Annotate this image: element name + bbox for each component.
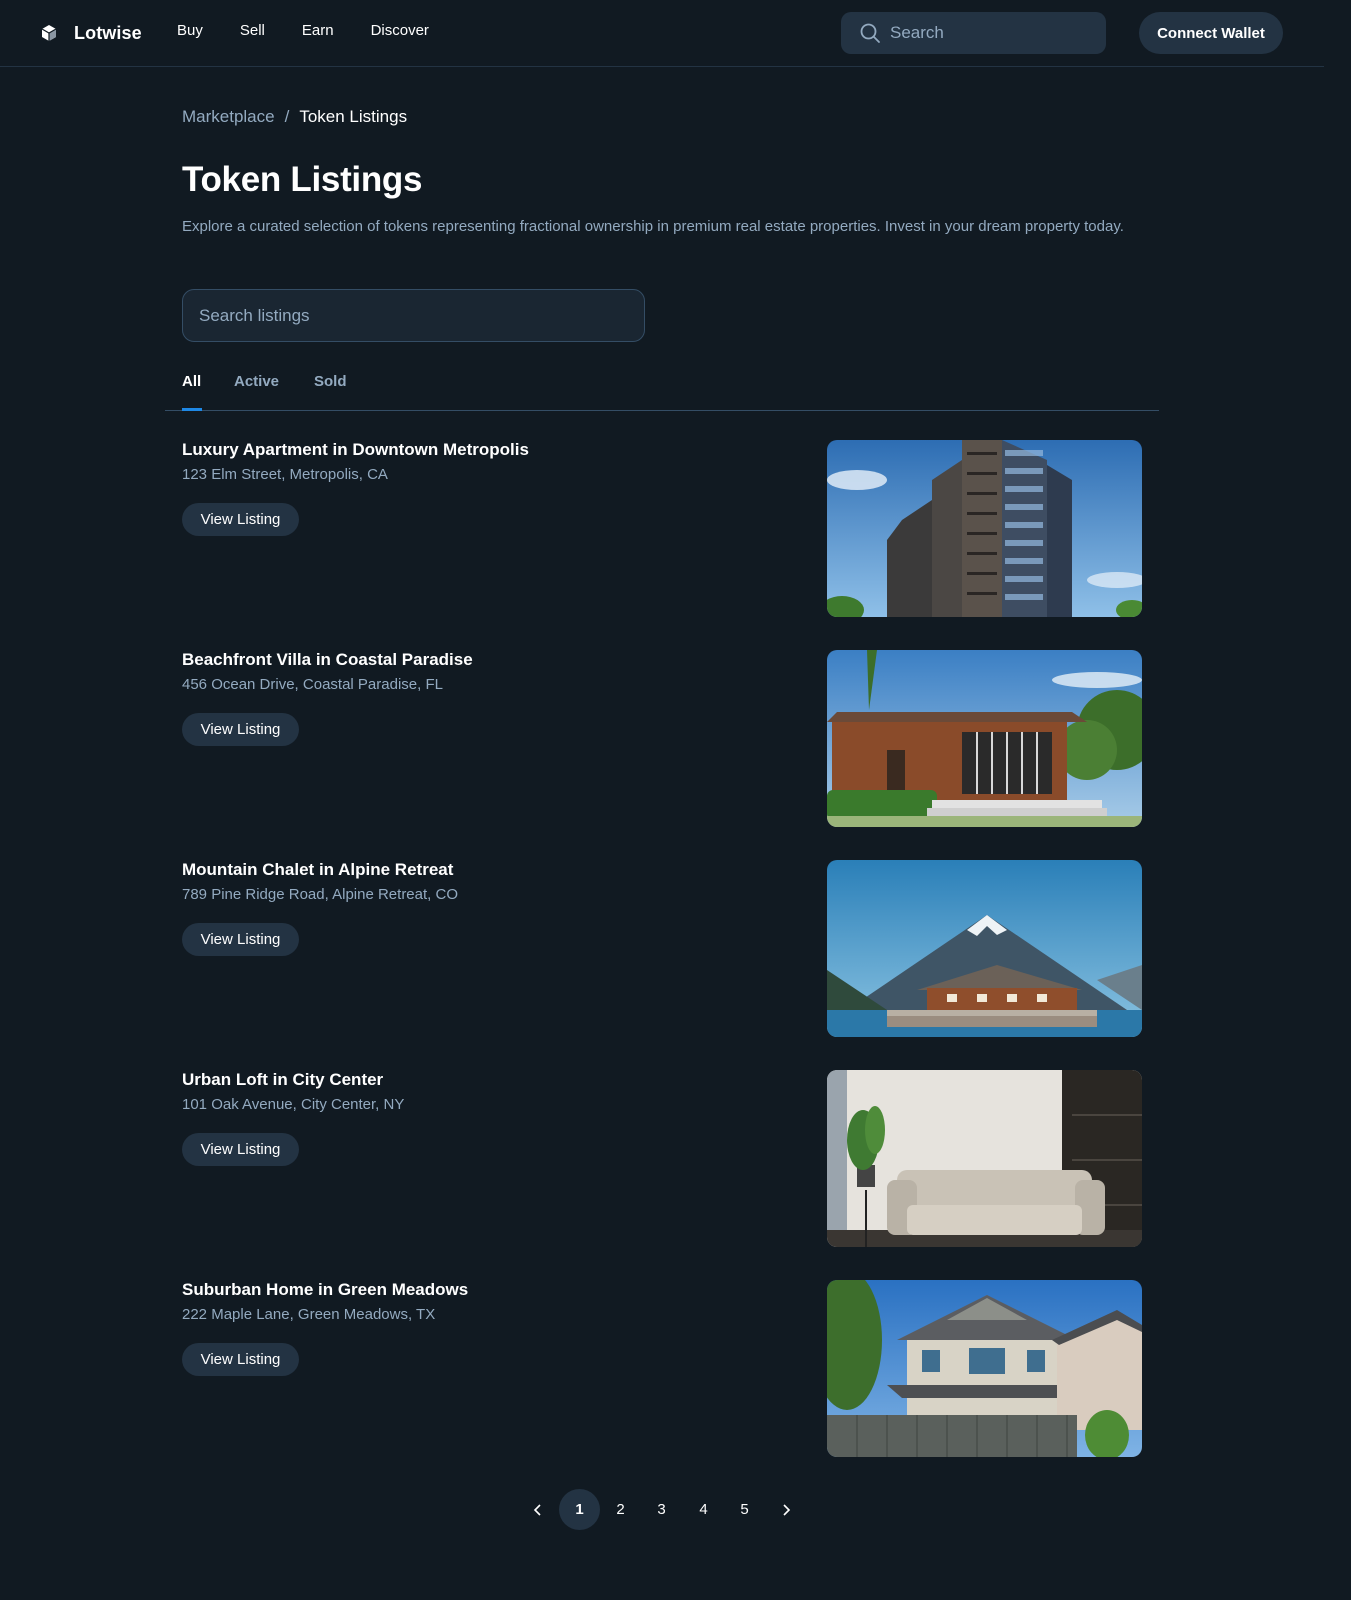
nav-earn[interactable]: Earn <box>302 22 334 39</box>
listing-item: Suburban Home in Green Meadows 222 Maple… <box>182 1280 1142 1457</box>
view-listing-button[interactable]: View Listing <box>182 503 299 536</box>
page-title: Token Listings <box>182 160 423 199</box>
breadcrumb-separator: / <box>284 107 290 126</box>
listing-search[interactable] <box>182 289 645 342</box>
tab-all[interactable]: All <box>182 373 201 390</box>
page-4-button[interactable]: 4 <box>683 1489 724 1530</box>
listing-title[interactable]: Urban Loft in City Center <box>182 1070 383 1090</box>
listing-item: Luxury Apartment in Downtown Metropolis … <box>182 440 1142 617</box>
tab-active[interactable]: Active <box>234 373 279 390</box>
page-2-button[interactable]: 2 <box>600 1489 641 1530</box>
listing-title[interactable]: Suburban Home in Green Meadows <box>182 1280 468 1300</box>
mountain-chalet-photo[interactable] <box>827 860 1142 1037</box>
page-description: Explore a curated selection of tokens re… <box>182 218 1124 235</box>
breadcrumb: Marketplace / Token Listings <box>182 107 407 127</box>
listing-title[interactable]: Luxury Apartment in Downtown Metropolis <box>182 440 529 460</box>
listing-item: Beachfront Villa in Coastal Paradise 456… <box>182 650 1142 827</box>
listing-address: 222 Maple Lane, Green Meadows, TX <box>182 1306 436 1323</box>
nav-discover[interactable]: Discover <box>371 22 429 39</box>
page-1-button[interactable]: 1 <box>559 1489 600 1530</box>
listing-address: 456 Ocean Drive, Coastal Paradise, FL <box>182 676 443 693</box>
listing-title[interactable]: Beachfront Villa in Coastal Paradise <box>182 650 473 670</box>
tab-sold[interactable]: Sold <box>314 373 347 390</box>
search-icon <box>858 21 882 45</box>
pagination: 1 2 3 4 5 <box>0 1489 1324 1530</box>
breadcrumb-current: Token Listings <box>299 107 408 126</box>
high-rise-apartment-photo[interactable] <box>827 440 1142 617</box>
filter-tabs: All Active Sold <box>165 360 1159 411</box>
suburban-house-photo[interactable] <box>827 1280 1142 1457</box>
connect-wallet-button[interactable]: Connect Wallet <box>1139 12 1283 54</box>
page-3-button[interactable]: 3 <box>641 1489 682 1530</box>
view-listing-button[interactable]: View Listing <box>182 1343 299 1376</box>
brand[interactable]: Lotwise <box>40 20 142 46</box>
brand-name: Lotwise <box>74 22 142 43</box>
header-search[interactable] <box>841 12 1106 54</box>
chevron-right-icon[interactable] <box>765 1489 806 1530</box>
beachfront-villa-photo[interactable] <box>827 650 1142 827</box>
view-listing-button[interactable]: View Listing <box>182 713 299 746</box>
listing-address: 123 Elm Street, Metropolis, CA <box>182 466 388 483</box>
view-listing-button[interactable]: View Listing <box>182 923 299 956</box>
main-nav: Buy Sell Earn Discover <box>177 22 466 39</box>
breadcrumb-marketplace[interactable]: Marketplace <box>182 107 275 127</box>
page-5-button[interactable]: 5 <box>724 1489 765 1530</box>
urban-loft-interior-photo[interactable] <box>827 1070 1142 1247</box>
listing-search-input[interactable] <box>199 305 619 326</box>
listing-title[interactable]: Mountain Chalet in Alpine Retreat <box>182 860 453 880</box>
chevron-left-icon[interactable] <box>517 1489 558 1530</box>
active-tab-indicator <box>182 408 202 411</box>
view-listing-button[interactable]: View Listing <box>182 1133 299 1166</box>
listing-item: Mountain Chalet in Alpine Retreat 789 Pi… <box>182 860 1142 1037</box>
nav-buy[interactable]: Buy <box>177 22 203 39</box>
header-search-input[interactable] <box>890 23 1090 43</box>
nav-sell[interactable]: Sell <box>240 22 265 39</box>
listing-address: 789 Pine Ridge Road, Alpine Retreat, CO <box>182 886 458 903</box>
top-navbar: Lotwise Buy Sell Earn Discover Connect W… <box>0 0 1324 67</box>
listing-item: Urban Loft in City Center 101 Oak Avenue… <box>182 1070 1142 1247</box>
listing-address: 101 Oak Avenue, City Center, NY <box>182 1096 405 1113</box>
cube-logo-icon <box>40 24 58 42</box>
